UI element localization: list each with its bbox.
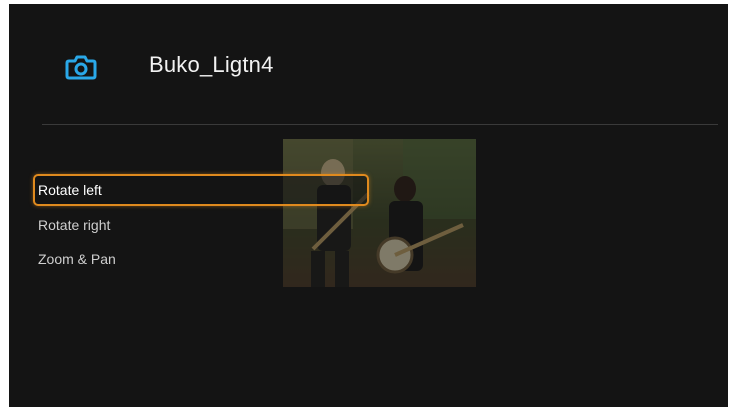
camera-icon bbox=[65, 54, 97, 80]
context-menu: Rotate left Rotate right Zoom & Pan bbox=[33, 174, 369, 276]
menu-item-zoom-pan[interactable]: Zoom & Pan bbox=[33, 242, 369, 276]
menu-item-rotate-left[interactable]: Rotate left bbox=[33, 174, 369, 206]
header-divider bbox=[42, 124, 718, 125]
page-title: Buko_Ligtn4 bbox=[149, 52, 274, 77]
photo-viewer-screen: Buko_Ligtn4 Rotate left Rotate right Zoo… bbox=[9, 4, 728, 407]
menu-item-rotate-right[interactable]: Rotate right bbox=[33, 208, 369, 242]
